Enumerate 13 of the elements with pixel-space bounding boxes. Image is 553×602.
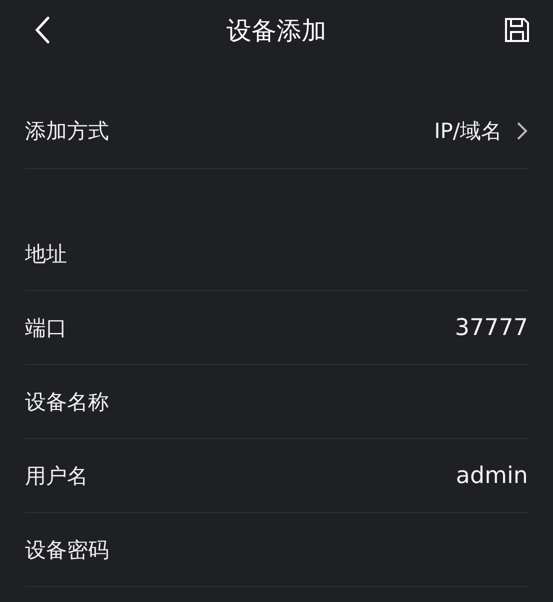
- row-label: 添加方式: [25, 118, 109, 144]
- row-label: 地址: [25, 240, 67, 268]
- row-label: 用户名: [25, 462, 88, 490]
- field-value[interactable]: admin: [456, 462, 528, 488]
- back-button[interactable]: [34, 16, 50, 44]
- row-label: 设备名称: [25, 388, 109, 416]
- row-label: 端口: [25, 314, 67, 342]
- chevron-right-icon: [516, 120, 528, 140]
- save-button[interactable]: [503, 16, 531, 44]
- row-label: 设备密码: [25, 536, 109, 564]
- add-method-selector[interactable]: IP/域名: [434, 116, 528, 144]
- page-title: 设备添加: [226, 14, 326, 46]
- field-value[interactable]: 37777: [454, 314, 528, 340]
